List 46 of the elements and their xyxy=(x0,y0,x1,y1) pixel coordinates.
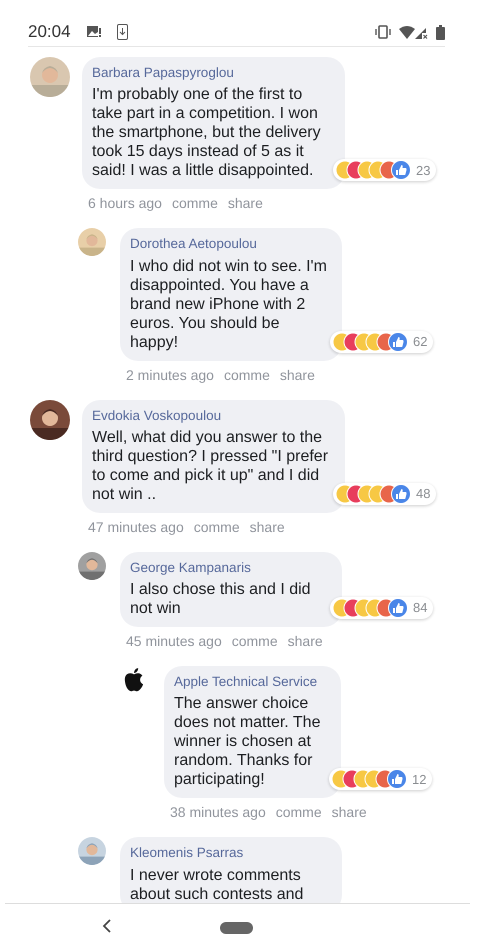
reactions-pill[interactable]: 23 xyxy=(333,159,436,182)
action-link[interactable]: comme xyxy=(224,364,270,386)
download-icon xyxy=(116,24,128,40)
comment-text: I also chose this and I did not win xyxy=(130,580,312,618)
comment-time: 45 minutes ago xyxy=(126,632,222,651)
action-link[interactable]: comme xyxy=(172,193,218,214)
gallery-icon xyxy=(86,25,101,39)
reaction-count: 62 xyxy=(413,332,428,351)
reaction-count: 84 xyxy=(413,599,428,618)
reactions-pill[interactable]: 62 xyxy=(330,330,434,352)
action-link[interactable]: share xyxy=(228,193,263,214)
reaction-count: 23 xyxy=(416,162,430,180)
author-name[interactable]: Apple Technical Service xyxy=(174,672,329,692)
author-name[interactable]: Dorothea Aetopoulou xyxy=(130,234,330,254)
action-link[interactable]: share xyxy=(288,631,323,652)
reaction-count: 12 xyxy=(412,770,426,788)
signal-icon xyxy=(415,26,428,38)
status-time: 20:04 xyxy=(28,21,71,44)
comment-text: I'm probably one of the first to take part in a competition. I won the smartphone, but the delivery took 15 days instead of 5 as it said! I was a little disappointed. xyxy=(92,85,322,180)
comment-text: I who did not win to see. I'm disappointed. You have a brand new iPhone with 2 euros. You should be happy! xyxy=(130,256,328,352)
comment-text: The answer choice does not matter. The winner is chosen at random. Thanks for participating! xyxy=(174,694,322,790)
action-link[interactable]: share xyxy=(280,364,315,386)
comment-time: 47 minutes ago xyxy=(88,518,184,537)
comment-time: 38 minutes ago xyxy=(170,803,266,822)
reactions-pill[interactable]: 84 xyxy=(330,597,434,619)
action-link[interactable]: comme xyxy=(194,516,240,538)
vibrate-icon xyxy=(375,25,391,39)
wifi-icon xyxy=(399,26,415,38)
back-button[interactable] xyxy=(102,918,112,934)
author-name[interactable]: Evdokia Voskopoulou xyxy=(92,406,333,426)
author-name[interactable]: George Kampanaris xyxy=(130,558,330,578)
action-link[interactable]: share xyxy=(332,802,367,824)
home-button[interactable] xyxy=(220,922,253,934)
action-link[interactable]: comme xyxy=(232,631,278,652)
action-link[interactable]: comme xyxy=(276,802,322,824)
battery-icon xyxy=(436,24,445,40)
comment-text: Well, what did you answer to the third question? I pressed "I prefer to come and pick it up" and I did not win .. xyxy=(92,428,330,504)
author-name[interactable]: Kleomenis Psarras xyxy=(130,843,330,864)
reaction-count: 48 xyxy=(416,485,430,503)
action-link[interactable]: share xyxy=(250,516,285,538)
comment-time: 6 hours ago xyxy=(88,194,162,214)
reactions-pill[interactable]: 12 xyxy=(329,768,432,790)
comment-time: 2 minutes ago xyxy=(126,366,214,385)
comment-text: I never wrote comments about such contests and xyxy=(130,866,304,903)
reactions-pill[interactable]: 48 xyxy=(333,482,436,505)
author-name[interactable]: Barbara Papaspyroglou xyxy=(92,63,333,84)
